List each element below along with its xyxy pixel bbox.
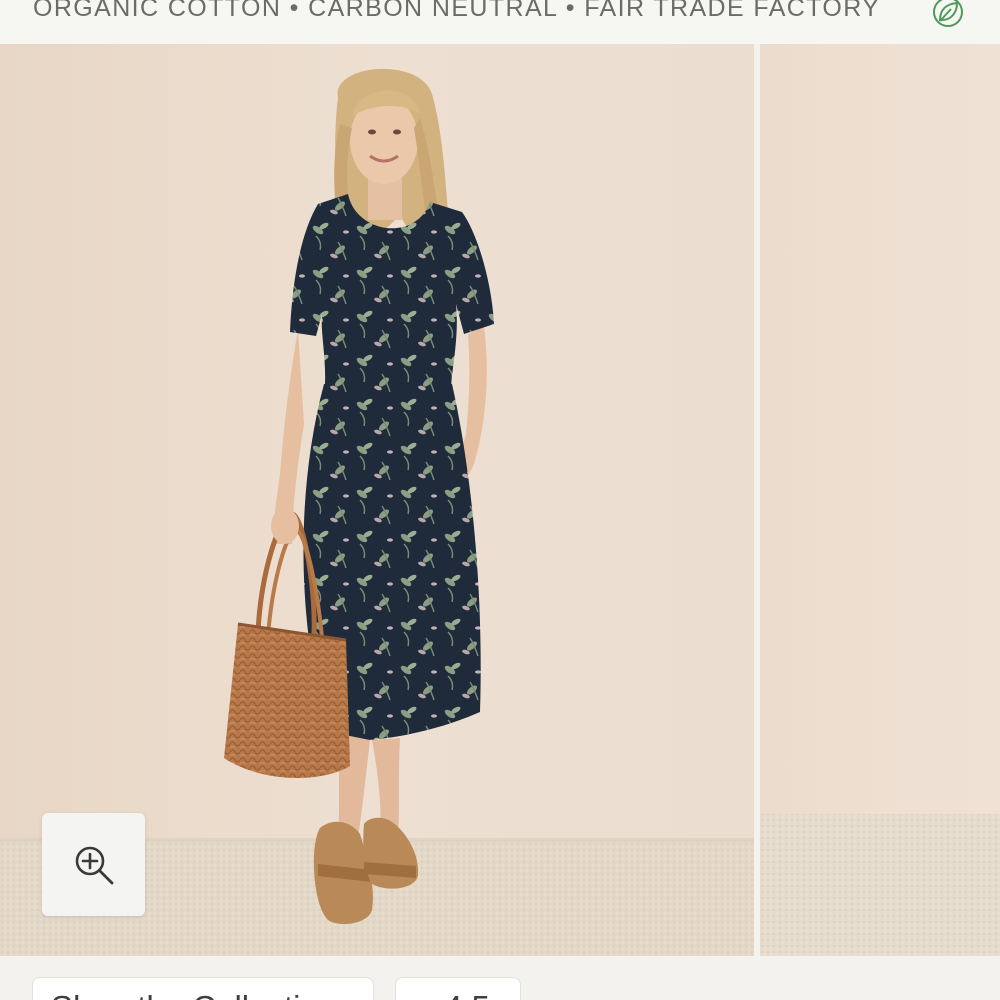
gallery-slide[interactable] [760,44,1000,956]
product-page: ORGANIC COTTON • CARBON NEUTRAL • FAIR T… [0,0,1000,1000]
promo-banner: ORGANIC COTTON • CARBON NEUTRAL • FAIR T… [0,0,1000,44]
product-photo [760,44,1000,956]
zoom-in-icon [75,846,113,884]
product-image-gallery[interactable] [0,44,1000,956]
zoom-button[interactable] [42,813,145,916]
rating-button[interactable]: ★ 4.5 [395,977,521,1000]
banner-text: ORGANIC COTTON • CARBON NEUTRAL • FAIR T… [33,0,881,22]
shop-collection-button[interactable]: Shop the Collection [32,977,374,1000]
rating-value: 4.5 [444,989,490,1000]
bottom-chips: Shop the Collection ★ 4.5 [0,956,1000,1000]
leaf-icon [933,0,963,27]
shop-collection-label: Shop the Collection [51,989,337,1000]
gallery-slide[interactable] [0,44,754,956]
